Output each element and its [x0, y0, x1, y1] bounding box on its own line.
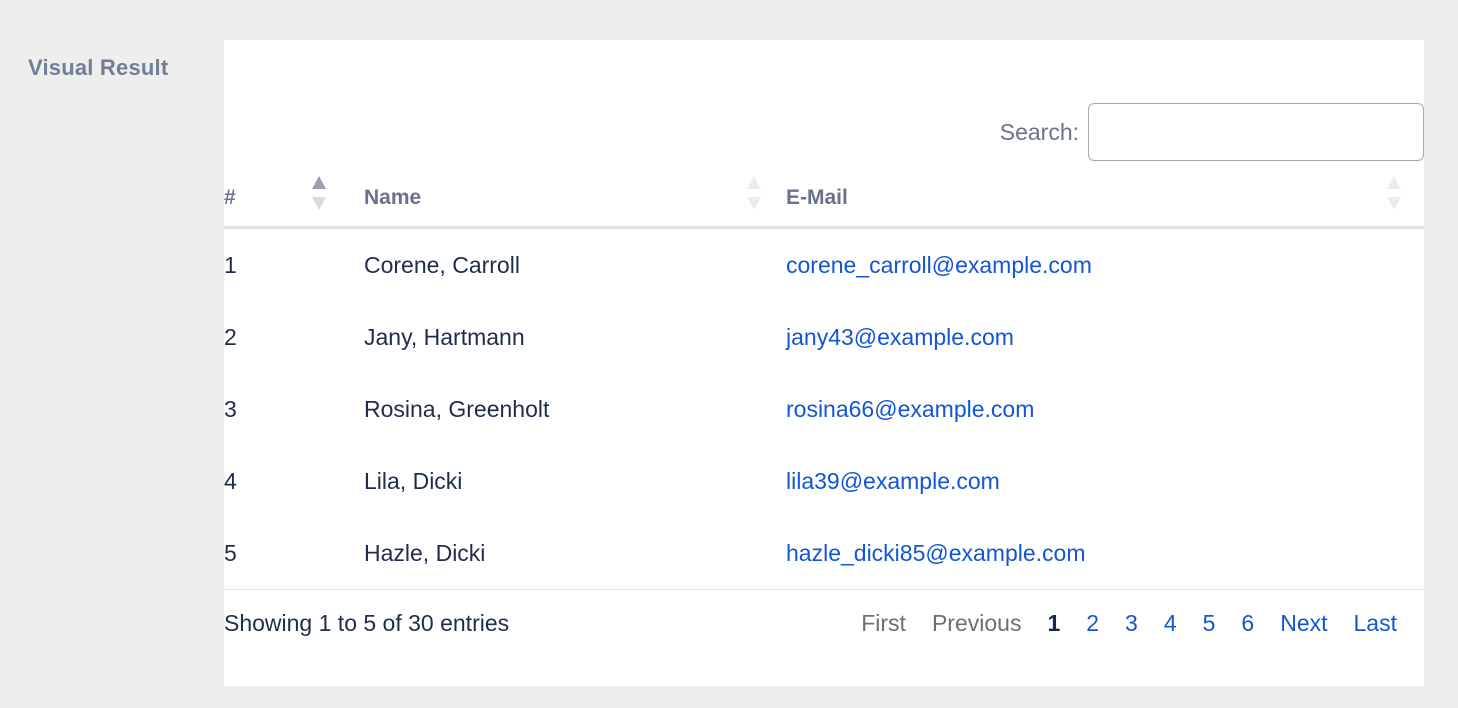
table-body: 1 Corene, Carroll corene_carroll@example…: [224, 228, 1424, 590]
email-link[interactable]: lila39@example.com: [786, 468, 1000, 494]
cell-mail: hazle_dicki85@example.com: [786, 517, 1424, 589]
pagination: First Previous 1 2 3 4 5 6 Next Last: [848, 610, 1410, 637]
pagination-page-1[interactable]: 1: [1034, 610, 1073, 637]
column-header-num[interactable]: #: [224, 178, 364, 228]
cell-num: 2: [224, 301, 364, 373]
column-header-name-label: Name: [364, 186, 421, 209]
cell-name: Rosina, Greenholt: [364, 373, 786, 445]
sort-ascending-icon: [1387, 176, 1401, 189]
cell-num: 5: [224, 517, 364, 589]
entries-info: Showing 1 to 5 of 30 entries: [224, 610, 509, 637]
search-label: Search:: [1000, 119, 1079, 146]
pagination-page-5[interactable]: 5: [1190, 610, 1229, 637]
pagination-last[interactable]: Last: [1341, 610, 1410, 637]
sort-descending-icon: [747, 197, 761, 210]
pagination-previous[interactable]: Previous: [919, 610, 1034, 637]
cell-name: Lila, Dicki: [364, 445, 786, 517]
pagination-first[interactable]: First: [848, 610, 919, 637]
pagination-page-2[interactable]: 2: [1073, 610, 1112, 637]
datatable-toolbar: Search:: [224, 40, 1424, 178]
cell-name: Hazle, Dicki: [364, 517, 786, 589]
sort-descending-icon: [312, 197, 326, 210]
cell-mail: jany43@example.com: [786, 301, 1424, 373]
cell-num: 1: [224, 228, 364, 302]
cell-name: Corene, Carroll: [364, 228, 786, 302]
table-row[interactable]: 3 Rosina, Greenholt rosina66@example.com: [224, 373, 1424, 445]
table-row[interactable]: 4 Lila, Dicki lila39@example.com: [224, 445, 1424, 517]
pagination-next[interactable]: Next: [1267, 610, 1340, 637]
column-header-mail[interactable]: E-Mail: [786, 178, 1424, 228]
cell-mail: corene_carroll@example.com: [786, 228, 1424, 302]
email-link[interactable]: corene_carroll@example.com: [786, 252, 1092, 278]
search-input[interactable]: [1088, 103, 1424, 161]
sort-both-icon[interactable]: [747, 176, 762, 210]
table-row[interactable]: 1 Corene, Carroll corene_carroll@example…: [224, 228, 1424, 302]
table-row[interactable]: 5 Hazle, Dicki hazle_dicki85@example.com: [224, 517, 1424, 589]
datatable-footer: Showing 1 to 5 of 30 entries First Previ…: [224, 589, 1424, 665]
sort-descending-icon: [1387, 197, 1401, 210]
email-link[interactable]: rosina66@example.com: [786, 396, 1034, 422]
cell-name: Jany, Hartmann: [364, 301, 786, 373]
table-header: # Name E-Mail: [224, 178, 1424, 228]
cell-mail: lila39@example.com: [786, 445, 1424, 517]
cell-mail: rosina66@example.com: [786, 373, 1424, 445]
search-filter: Search:: [1000, 103, 1424, 161]
results-table: # Name E-Mail: [224, 178, 1424, 589]
cell-num: 4: [224, 445, 364, 517]
column-header-mail-label: E-Mail: [786, 186, 848, 209]
sort-ascending-icon: [312, 176, 326, 189]
sort-both-icon[interactable]: [1387, 176, 1402, 210]
datatable-card: Search: # Name: [224, 40, 1424, 686]
cell-num: 3: [224, 373, 364, 445]
email-link[interactable]: jany43@example.com: [786, 324, 1014, 350]
column-header-num-label: #: [224, 186, 236, 209]
email-link[interactable]: hazle_dicki85@example.com: [786, 540, 1086, 566]
column-header-name[interactable]: Name: [364, 178, 786, 228]
sort-ascending-icon: [747, 176, 761, 189]
table-row[interactable]: 2 Jany, Hartmann jany43@example.com: [224, 301, 1424, 373]
sort-both-icon[interactable]: [312, 176, 327, 210]
pagination-page-4[interactable]: 4: [1151, 610, 1190, 637]
page-title: Visual Result: [28, 55, 168, 81]
page-root: Visual Result Search: #: [0, 0, 1458, 708]
pagination-page-3[interactable]: 3: [1112, 610, 1151, 637]
pagination-page-6[interactable]: 6: [1228, 610, 1267, 637]
table-header-row: # Name E-Mail: [224, 178, 1424, 228]
